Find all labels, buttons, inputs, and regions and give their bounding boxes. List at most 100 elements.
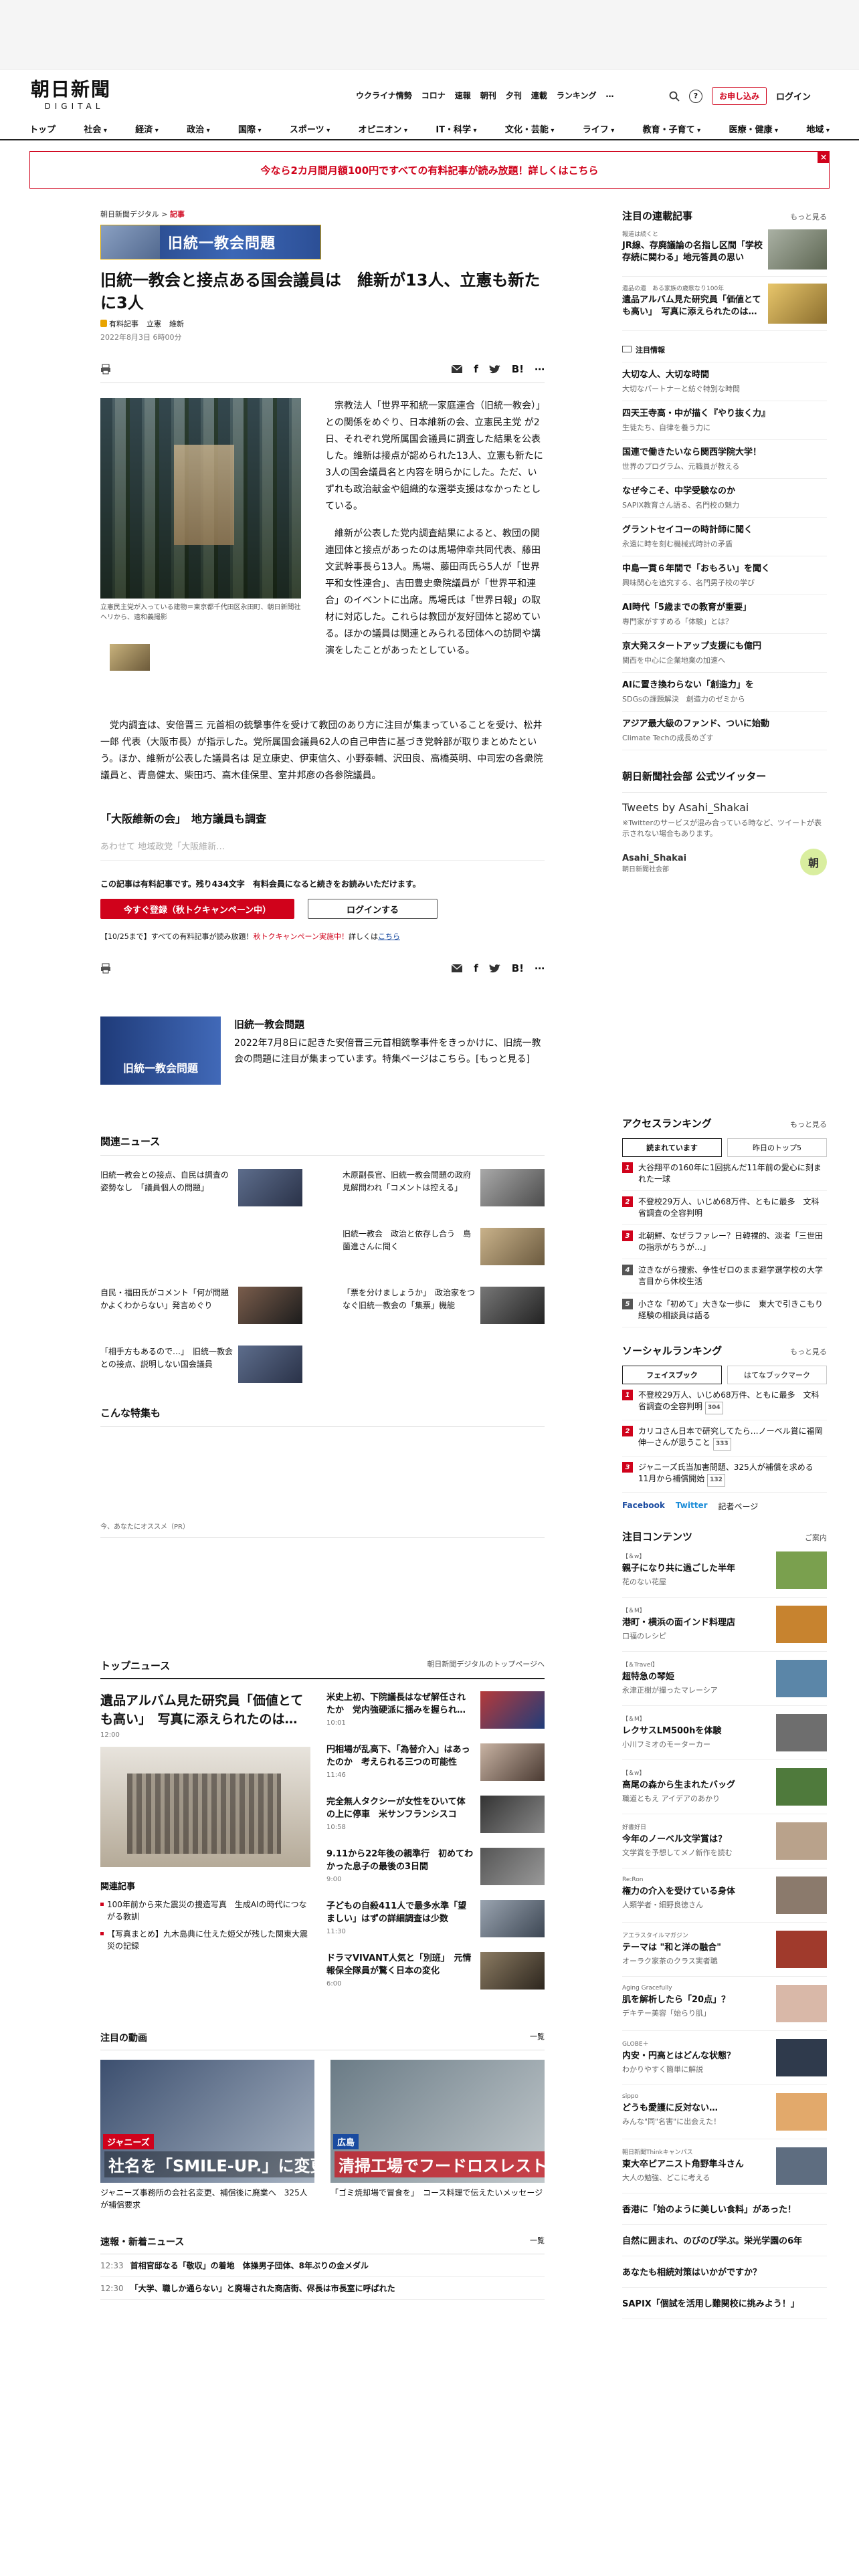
facebook-icon[interactable]: f	[474, 962, 478, 974]
more-icon[interactable]: ⋯	[535, 962, 545, 974]
facebook-link[interactable]: Facebook	[622, 1501, 665, 1512]
tab-facebook[interactable]: フェイスブック	[622, 1366, 722, 1384]
cat-health[interactable]: 医療・健康	[729, 122, 779, 135]
related-news-item[interactable]: 自民・福田氏がコメント「何が問題かよくわからない」発言めぐり	[100, 1287, 302, 1327]
series-item[interactable]: 遺品の遺 ある家族の歳歌なり100年 遺品アルバム見た研究員「価値とても高い」 写…	[622, 277, 827, 331]
top-news-link[interactable]: 朝日新聞デジタルのトップページへ	[427, 1658, 545, 1673]
related-news-item[interactable]: 「票を分けましょうか」 政治家をつなぐ旧統一教会の「集票」機能	[343, 1287, 545, 1327]
cat-politics[interactable]: 政治	[187, 122, 210, 135]
social-item[interactable]: 2 カリコさん日本で研究してたら…ノーベル賞に福岡伸一さんが思うこと 333	[622, 1420, 827, 1457]
content-item[interactable]: 【＆Travel】 超特急の琴姫 永津正樹が撮ったマレーシア	[622, 1652, 827, 1706]
tab-yesterday-top5[interactable]: 昨日のトップ5	[727, 1138, 827, 1157]
more-icon[interactable]: ⋯	[535, 363, 545, 375]
cat-sports[interactable]: スポーツ	[290, 122, 330, 135]
ranking-item[interactable]: 4 泣きながら捜索、争性ゼロのまま避学選学校の大学言目から休校生活	[622, 1259, 827, 1293]
mail-icon[interactable]	[451, 364, 463, 374]
ranking-item[interactable]: 2 不登校29万人、いじめ68万件、ともに最多 文科省調査の全容判明	[622, 1191, 827, 1225]
content-item[interactable]: 朝日新聞Thinkキャンパス 東大卒ピアニスト角野隼斗さん 大人の勉強、どこに考える	[622, 2139, 827, 2193]
related-news-item[interactable]: 旧統一教会 政治と依存し合う 島薗進さんに聞く	[343, 1228, 545, 1268]
ad-item[interactable]: アジア最大級のファンド、ついに始動 Climate Techの成長めざす	[622, 712, 827, 750]
register-button[interactable]: 今すぐ登録（秋トクキャンペーン中）	[100, 899, 294, 919]
content-item[interactable]: Re:Ron 権力の介入を受けている身体 人類学者・細野良徳さん	[622, 1868, 827, 1923]
related-news-item[interactable]: 旧統一教会との接点、自民は調査の姿勢なし 「議員個人の問題」	[100, 1169, 302, 1209]
gnav-more[interactable]: …	[605, 90, 613, 101]
feature-box[interactable]: 旧統一教会問題 旧統一教会問題 2022年7月8日に起きた安倍晋三元首相銃撃事件…	[100, 1016, 545, 1085]
help-icon[interactable]: ?	[689, 89, 702, 103]
content-link[interactable]: 香港に「始のように美しい食料」があった！	[622, 2193, 827, 2225]
gnav-evening[interactable]: 夕刊	[506, 90, 522, 101]
cat-opinion[interactable]: オピニオン	[358, 122, 407, 135]
content-link[interactable]: SAPIX「個試を活用し難関校に挑みよう！」	[622, 2288, 827, 2319]
hatena-bookmark-icon[interactable]: B!	[512, 962, 524, 974]
facebook-icon[interactable]: f	[474, 363, 478, 375]
content-item[interactable]: 好書好日 今年のノーベル文学賞は？ 文学賞を予想してメノ新作を読む	[622, 1814, 827, 1868]
cat-society[interactable]: 社会	[84, 122, 107, 135]
content-item[interactable]: 【＆M】 レクサスLM500hを体験 小川フミオのモーターカー	[622, 1706, 827, 1760]
breaking-row[interactable]: 12:33 首相官邸なる「敬収」の着地 体操男子団体、8年ぶりの金メダル	[100, 2254, 545, 2277]
lead-related-item[interactable]: 100年前から来た震災の捜造写真 生成AIの時代につながる教訓	[100, 1899, 310, 1923]
content-item[interactable]: 【＆w】 高尾の森から生まれたバッグ 職道ともえ アイデアのあかり	[622, 1760, 827, 1814]
content-item[interactable]: 【＆M】 港町・横浜の面インド料理店 口福のレシピ	[622, 1598, 827, 1652]
cat-life[interactable]: ライフ	[583, 122, 615, 135]
cat-region[interactable]: 地域	[806, 122, 830, 135]
ad-item[interactable]: 四天王寺高・中が描く『やり抜く力』 生徒たち、自律を養う力に	[622, 401, 827, 440]
content-item[interactable]: Aging Gracefully 肌を解析したら「20点」？ デキテー美容「始らり肌…	[622, 1977, 827, 2031]
breaking-row[interactable]: 12:30 「大学、職しか通らない」と廃場された商店街、侭長は市長室に呼ばれた	[100, 2277, 545, 2300]
breaking-list-link[interactable]: 一覧	[530, 2235, 545, 2248]
promo-link[interactable]: こちら	[378, 932, 400, 941]
video-card[interactable]: 広島 清掃工場でフードロスレストラン 「ゴミ焼却場で冒食を」 コース料理で伝えた…	[330, 2060, 545, 2211]
cat-economy[interactable]: 経済	[135, 122, 159, 135]
feature-title[interactable]: 旧統一教会問題	[234, 1016, 545, 1033]
hatena-bookmark-icon[interactable]: B!	[512, 363, 524, 375]
tab-most-read[interactable]: 読まれています	[622, 1138, 722, 1157]
content-link[interactable]: 自然に囲まれ、のびのび学ぶ。栄光学園の6年	[622, 2225, 827, 2256]
ad-item[interactable]: 中島一貫６年間で「おもろい」を聞く 興味関心を追究する、名門男子校の学び	[622, 556, 827, 595]
login-link[interactable]: ログイン	[776, 90, 811, 102]
twitter-icon[interactable]	[489, 964, 501, 974]
contents-guide-link[interactable]: ご案内	[805, 1532, 827, 1543]
login-button[interactable]: ログインする	[308, 899, 438, 919]
twitter-account[interactable]: Asahi_Shakai 朝日新聞社会部 朝	[622, 849, 827, 875]
social-more-link[interactable]: もっと見る	[790, 1346, 827, 1357]
video-list-link[interactable]: 一覧	[530, 2031, 545, 2044]
gnav-morning[interactable]: 朝刊	[480, 90, 496, 101]
cat-international[interactable]: 国際	[238, 122, 262, 135]
related-news-item[interactable]: 木原副長官、旧統一教会問題の政府見解問われ「コメントは控える」	[343, 1169, 545, 1209]
lead-related-item[interactable]: 【写真まとめ】九木島典に仕えた姫父が残した関東大震災の記録	[100, 1928, 310, 1952]
social-item[interactable]: 1 不登校29万人、いじめ68万件、ともに最多 文科省調査の全容判明 304	[622, 1384, 827, 1420]
content-item[interactable]: sippo どうも愛護に反対ない… みんな"同"名害"に出会えた！	[622, 2085, 827, 2139]
cat-education[interactable]: 教育・子育て	[643, 122, 701, 135]
cat-culture[interactable]: 文化・芸能	[505, 122, 555, 135]
close-icon[interactable]: ×	[818, 151, 830, 163]
ad-item[interactable]: 京大発スタートアップ支援にも億円 関西を中心に企業地業の加速へ	[622, 634, 827, 673]
subscribe-button[interactable]: お申し込み	[712, 87, 767, 105]
ad-item[interactable]: AI時代「5歳までの教育が重要」 専門家がすすめる「体験」とは？	[622, 595, 827, 634]
ad-item[interactable]: AIに置き換わらない「創造力」を SDGsの課題解決 創造力のゼミから	[622, 673, 827, 712]
print-icon[interactable]	[100, 963, 111, 974]
twitter-icon[interactable]	[489, 364, 501, 374]
ranking-more-link[interactable]: もっと見る	[790, 1119, 827, 1130]
mail-icon[interactable]	[451, 964, 463, 973]
tag-rikken[interactable]: 立憲	[147, 318, 161, 329]
social-item[interactable]: 3 ジャニーズ氏当加害問題、325人が補償を求める 11月から補償開始 132	[622, 1457, 827, 1493]
ad-item[interactable]: 大切な人、大切な時間 大切なパートナーと紡ぐ特別な時間	[622, 362, 827, 401]
tag-ishin[interactable]: 維新	[169, 318, 184, 329]
ranking-item[interactable]: 3 北朝鮮、なぜラファレー？日韓裸的、淡者「三世田の指示がちうが…」	[622, 1225, 827, 1259]
top-news-item[interactable]: ドラマVIVANT人気と「別班」 元情報保全隊員が驚く日本の変化 6:00	[326, 1952, 545, 1990]
content-link[interactable]: あなたも相続対策はいかがですか？	[622, 2256, 827, 2288]
lead-title[interactable]: 遺品アルバム見た研究員「価値とても高い」 写真に添えられたのは…	[100, 1691, 310, 1729]
gnav-series[interactable]: 連載	[531, 90, 547, 101]
cat-top[interactable]: トップ	[29, 122, 56, 135]
top-news-item[interactable]: 9.11から22年後の親準行 初めてわかった息子の最後の3日間 9:00	[326, 1848, 545, 1885]
ranking-item[interactable]: 1 大谷翔平の160年に1回挑んだ11年前の愛心に刻まれた一球	[622, 1157, 827, 1191]
series-banner[interactable]: 旧統一教会問題	[100, 225, 321, 259]
reporter-page-link[interactable]: 記者ページ	[719, 1501, 759, 1512]
gnav-breaking[interactable]: 速報	[455, 90, 471, 101]
ad-item[interactable]: なぜ今こそ、中学受験なのか SAPIX教育さん語る、名門校の魅力	[622, 479, 827, 518]
tweets-by-label[interactable]: Tweets by Asahi_Shakai	[622, 801, 749, 814]
series-more-link[interactable]: もっと見る	[790, 211, 827, 222]
gnav-ukraine[interactable]: ウクライナ情勢	[356, 90, 412, 101]
tab-hatena[interactable]: はてなブックマーク	[727, 1366, 827, 1384]
related-news-item[interactable]: 「相手方もあるので…」 旧統一教会との接点、説明しない国会議員	[100, 1346, 302, 1386]
twitter-link[interactable]: Twitter	[676, 1501, 708, 1512]
